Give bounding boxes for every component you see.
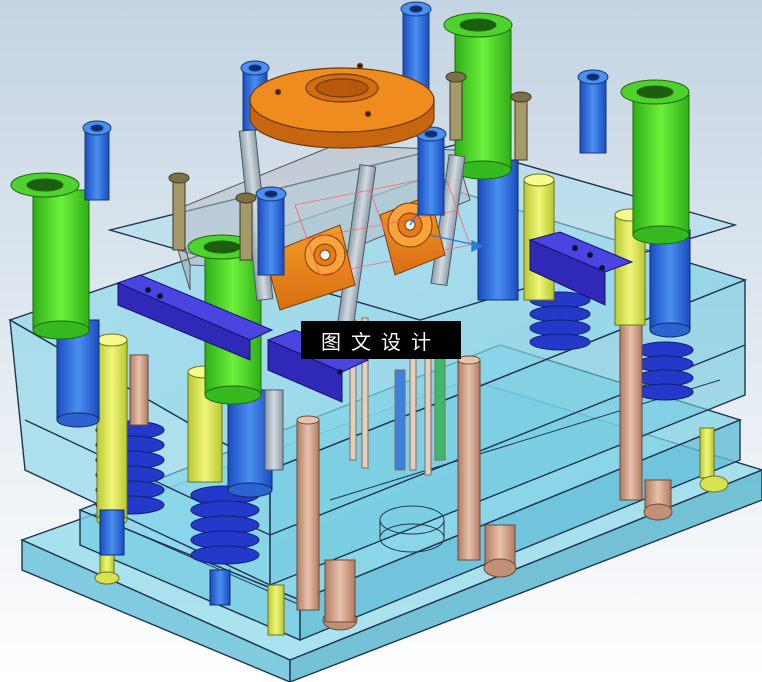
render-stage: 图文设计: [0, 0, 762, 682]
screw-4: [577, 69, 609, 154]
spring-center-front: [190, 485, 260, 565]
screw-1: [82, 120, 112, 201]
screw-5: [255, 186, 287, 276]
screw-6: [415, 126, 447, 216]
ejector-pin-b: [457, 359, 481, 561]
caption-label: 图文设计: [301, 321, 461, 359]
ejector-pin-c: [619, 299, 643, 501]
ejector-pin-a: [296, 419, 320, 611]
